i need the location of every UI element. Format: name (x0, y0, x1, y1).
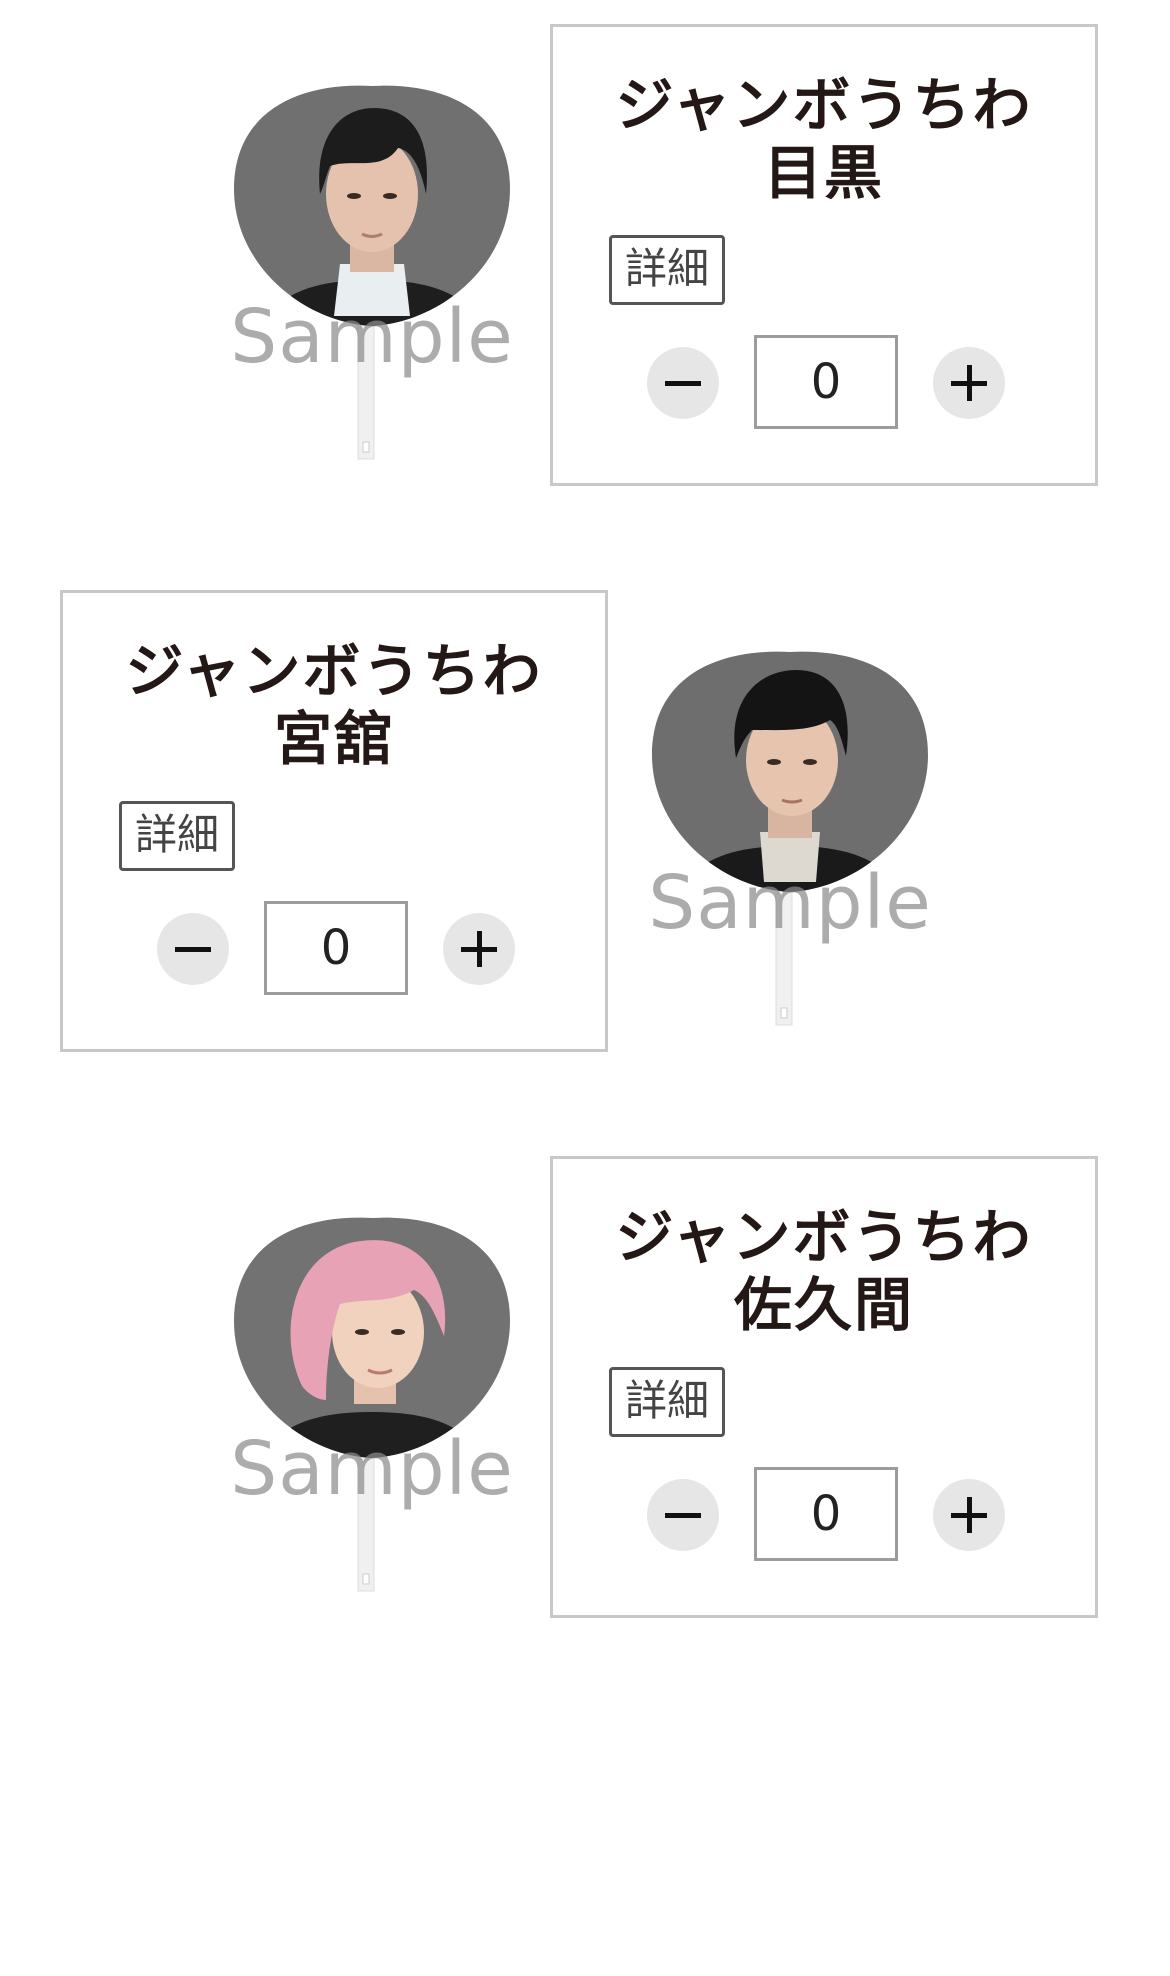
decrease-button[interactable] (647, 347, 719, 419)
product-item-sakuma: Sample ジャンボうちわ 佐久間 詳細 (0, 1156, 1170, 1656)
uchiwa-image[interactable]: Sample (222, 54, 522, 484)
detail-button[interactable]: 詳細 (119, 801, 235, 871)
plus-icon (951, 1497, 987, 1533)
product-title: ジャンボうちわ 佐久間 (553, 1203, 1095, 1339)
product-title: ジャンボうちわ 目黒 (553, 71, 1095, 207)
product-title-line2: 宮舘 (273, 705, 394, 773)
increase-button[interactable] (933, 347, 1005, 419)
minus-icon (175, 947, 211, 952)
plus-icon (461, 931, 497, 967)
quantity-input[interactable] (754, 335, 898, 429)
detail-button[interactable]: 詳細 (609, 1367, 725, 1437)
increase-button[interactable] (933, 1479, 1005, 1551)
product-title: ジャンボうちわ 宮舘 (63, 637, 605, 773)
uchiwa-image[interactable]: Sample (222, 1186, 522, 1616)
product-card: ジャンボうちわ 目黒 詳細 (550, 24, 1098, 486)
quantity-stepper (553, 335, 1095, 429)
product-title-line1: ジャンボうちわ (615, 71, 1033, 139)
quantity-stepper (553, 1467, 1095, 1561)
product-card: ジャンボうちわ 佐久間 詳細 (550, 1156, 1098, 1618)
product-card: ジャンボうちわ 宮舘 詳細 (60, 590, 608, 1052)
quantity-stepper (63, 901, 605, 995)
minus-icon (665, 381, 701, 386)
quantity-input[interactable] (264, 901, 408, 995)
product-title-line1: ジャンボうちわ (615, 1203, 1033, 1271)
plus-icon (951, 365, 987, 401)
product-title-line2: 目黒 (763, 139, 884, 207)
decrease-button[interactable] (647, 1479, 719, 1551)
quantity-input[interactable] (754, 1467, 898, 1561)
product-title-line1: ジャンボうちわ (125, 637, 543, 705)
minus-icon (665, 1513, 701, 1518)
uchiwa-image[interactable]: Sample (640, 620, 940, 1050)
product-title-line2: 佐久間 (733, 1271, 914, 1339)
detail-button[interactable]: 詳細 (609, 235, 725, 305)
product-item-miyadate: ジャンボうちわ 宮舘 詳細 0 Sample (0, 590, 1170, 1090)
product-item-meguro: Sample ジャンボうちわ 目黒 詳細 (0, 24, 1170, 524)
increase-button[interactable] (443, 913, 515, 985)
decrease-button[interactable] (157, 913, 229, 985)
